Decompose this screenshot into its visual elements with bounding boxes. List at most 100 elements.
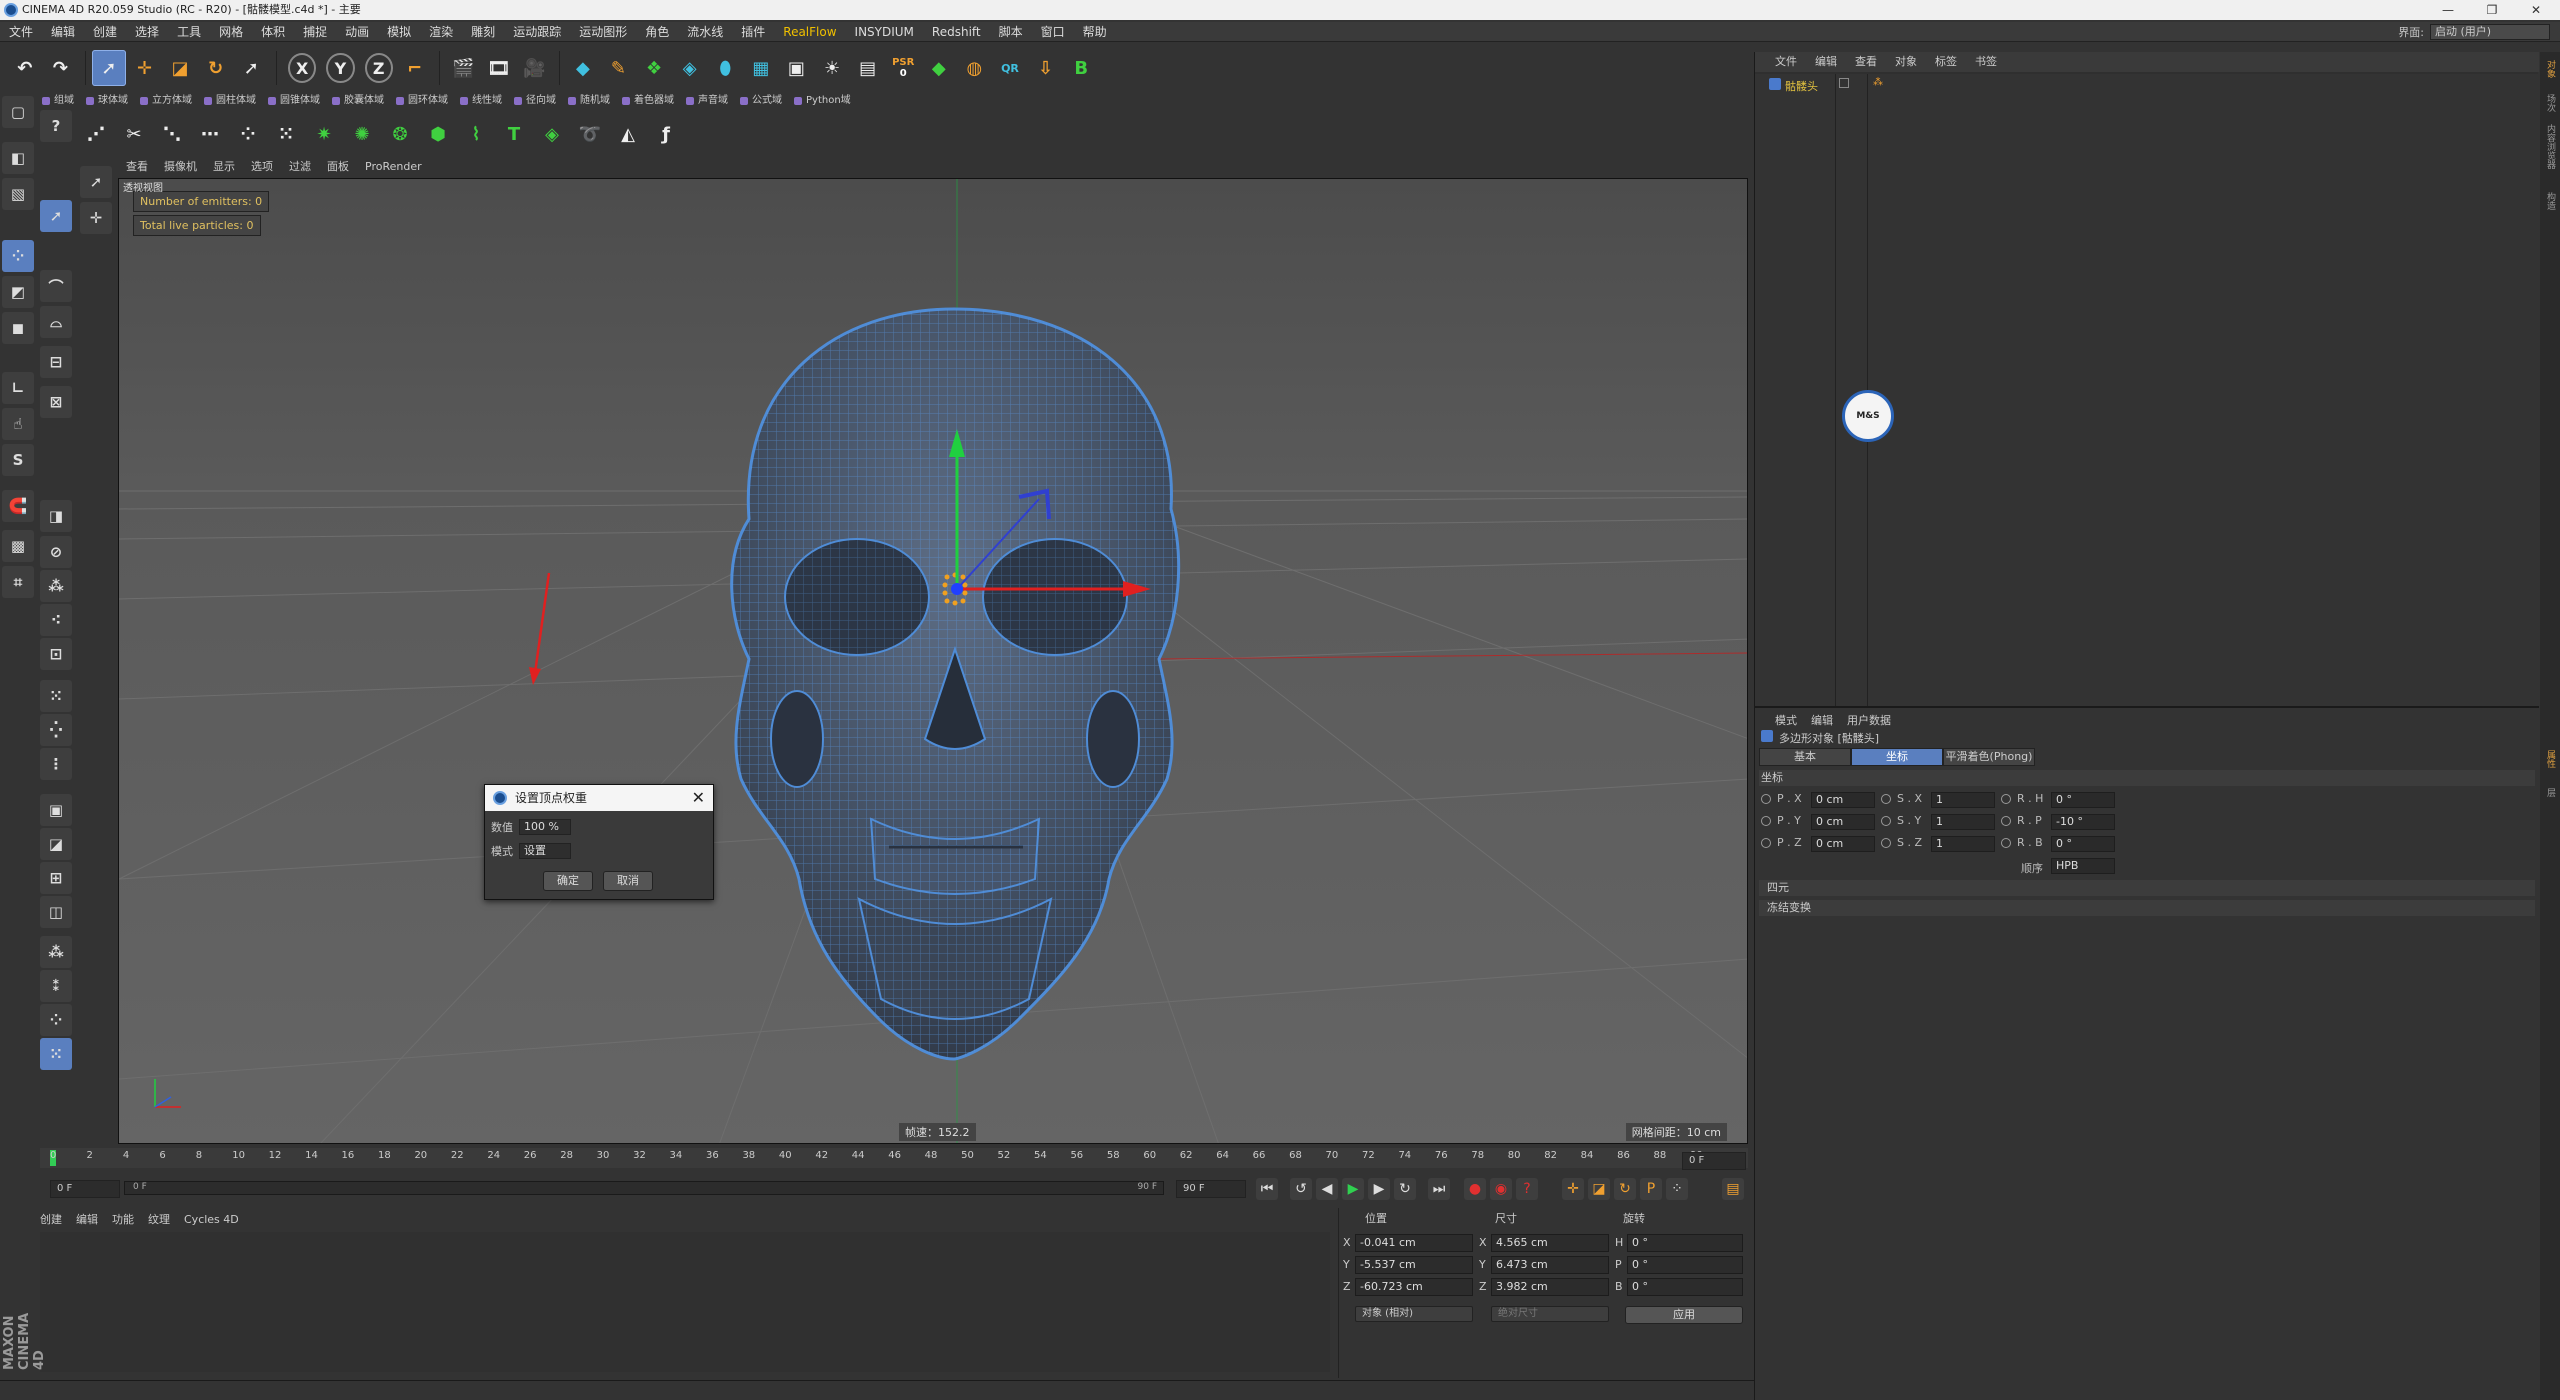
sy-keyframe-radio[interactable]	[1881, 816, 1891, 826]
viewport-selection-icon[interactable]: ➚	[80, 166, 112, 198]
array-icon[interactable]: ◈	[673, 50, 707, 86]
scale-icon[interactable]: ◪	[163, 50, 197, 86]
menu-volume[interactable]: 体积	[252, 22, 294, 42]
menu-help[interactable]: 帮助	[1074, 22, 1116, 42]
menu-character[interactable]: 角色	[636, 22, 678, 42]
close-window-button[interactable]: ✕	[2514, 0, 2558, 20]
sy-field[interactable]: 1	[1931, 814, 1995, 830]
pos-y-field[interactable]: -5.537 cm	[1355, 1256, 1473, 1274]
frame-range-bar[interactable]: 0 F 90 F	[124, 1181, 1164, 1195]
model-mode-icon[interactable]: ▢	[2, 96, 34, 128]
z-axis-lock-button[interactable]: Z	[364, 53, 393, 83]
keyframe-help-icon[interactable]: ?	[1516, 1178, 1538, 1200]
value-field[interactable]: 100 %	[519, 819, 571, 835]
split-tool-icon[interactable]: ⊞	[40, 862, 72, 894]
rp-field[interactable]: -10 °	[2051, 814, 2115, 830]
obj-menu-object[interactable]: 对象	[1895, 52, 1917, 72]
loop-tool-icon[interactable]: ⊟	[40, 346, 72, 378]
x-axis-lock-button[interactable]: X	[288, 53, 317, 83]
py-keyframe-radio[interactable]	[1761, 816, 1771, 826]
size-x-field[interactable]: 4.565 cm	[1491, 1234, 1609, 1252]
key-scale-icon[interactable]: ◪	[1588, 1178, 1610, 1200]
attr-menu-mode[interactable]: 模式	[1775, 712, 1797, 728]
live-selection-icon[interactable]: ➚	[92, 50, 126, 86]
object-mode-dropdown[interactable]: 对象 (相对)	[1355, 1306, 1473, 1322]
side-tab-objects[interactable]: 对象	[2543, 60, 2557, 78]
matrix-icon[interactable]: ✺	[344, 116, 380, 152]
move-icon[interactable]: ✛	[128, 50, 162, 86]
rp-keyframe-radio[interactable]	[2001, 816, 2011, 826]
menu-redshift[interactable]: Redshift	[923, 22, 990, 42]
grid-points-icon[interactable]: ⁙	[268, 116, 304, 152]
qr-icon[interactable]: QR	[993, 50, 1027, 86]
capsule-field-button[interactable]: 胶囊体域	[330, 92, 394, 110]
autokey-icon[interactable]: ◉	[1490, 1178, 1512, 1200]
normal-scale-icon[interactable]: ⁑	[40, 970, 72, 1002]
pz-field[interactable]: 0 cm	[1811, 836, 1875, 852]
axis-mode-icon[interactable]: ∟	[2, 372, 34, 404]
paint-layer-icon[interactable]: ▩	[2, 530, 34, 562]
normal-move-icon[interactable]: ⁂	[40, 936, 72, 968]
coordinate-system-icon[interactable]: ⌐	[398, 50, 432, 86]
rh-field[interactable]: 0 °	[2051, 792, 2115, 808]
rb-keyframe-radio[interactable]	[2001, 838, 2011, 848]
edges-mode-icon[interactable]: ◩	[2, 276, 34, 308]
psr-icon[interactable]: PSR 0	[886, 50, 920, 86]
viewport-menu-filter[interactable]: 过滤	[289, 158, 311, 176]
rb-field[interactable]: 0 °	[2051, 836, 2115, 852]
weight-tool-icon[interactable]: ⇩	[1029, 50, 1063, 86]
dissolve-tool-icon[interactable]: ◫	[40, 896, 72, 928]
side-tab-attributes[interactable]: 属性	[2543, 750, 2557, 768]
points-mode-icon[interactable]: ⁘	[2, 240, 34, 272]
menu-snap[interactable]: 捕捉	[294, 22, 336, 42]
effector-icon[interactable]: ◭	[610, 116, 646, 152]
viewport-menu-prorender[interactable]: ProRender	[365, 158, 422, 176]
restore-button[interactable]: ❐	[2470, 0, 2514, 20]
tab-basic[interactable]: 基本	[1759, 748, 1851, 766]
undo-icon[interactable]: ↶	[8, 50, 42, 86]
slide-tool-icon[interactable]: ⊠	[40, 386, 72, 418]
spline-tool-icon[interactable]: ⋰	[78, 116, 114, 152]
texture-mode-icon[interactable]: ◧	[2, 142, 34, 174]
menu-animate[interactable]: 动画	[336, 22, 378, 42]
end-frame-field[interactable]: 90 F	[1176, 1180, 1246, 1198]
start-frame-field[interactable]: 0 F	[50, 1180, 120, 1198]
points-grid-icon[interactable]: ⁙	[40, 1038, 72, 1070]
menu-mograph[interactable]: 运动图形	[570, 22, 636, 42]
next-frame-icon[interactable]: ▶	[1368, 1178, 1390, 1200]
plugin-diamond-icon[interactable]: ◆	[922, 50, 956, 86]
rot-b-field[interactable]: 0 °	[1627, 1278, 1743, 1296]
scatter-icon[interactable]: ⁘	[230, 116, 266, 152]
bevel-icon[interactable]: ⋱	[154, 116, 190, 152]
motext-icon[interactable]: T	[496, 116, 532, 152]
pos-z-field[interactable]: -60.723 cm	[1355, 1278, 1473, 1296]
menu-sculpt[interactable]: 雕刻	[462, 22, 504, 42]
python-field-button[interactable]: Python域	[792, 92, 861, 110]
key-pla-icon[interactable]: ⁘	[1666, 1178, 1688, 1200]
side-tab-content-browser[interactable]: 内容浏览器	[2543, 124, 2557, 169]
menu-mesh[interactable]: 网格	[210, 22, 252, 42]
subdivision-icon[interactable]: ❖	[637, 50, 671, 86]
fracture-icon[interactable]: ❂	[382, 116, 418, 152]
menu-file[interactable]: 文件	[0, 22, 42, 42]
viewport-menu-display[interactable]: 显示	[213, 158, 235, 176]
formula-field-button[interactable]: 公式域	[738, 92, 792, 110]
y-axis-lock-button[interactable]: Y	[326, 53, 355, 83]
voronoi-icon[interactable]: ⬢	[420, 116, 456, 152]
material-area[interactable]	[40, 1232, 1330, 1372]
next-key-icon[interactable]: ↻	[1394, 1178, 1416, 1200]
bridge-tool-icon[interactable]: ⁂	[40, 570, 72, 602]
menu-plugins[interactable]: 插件	[732, 22, 774, 42]
menu-render[interactable]: 渲染	[420, 22, 462, 42]
obj-menu-file[interactable]: 文件	[1775, 52, 1797, 72]
close-icon[interactable]: ✕	[692, 785, 705, 811]
visibility-toggle[interactable]	[1839, 78, 1849, 88]
material-menu-edit[interactable]: 编辑	[76, 1210, 98, 1230]
torus-field-button[interactable]: 圆环体域	[394, 92, 458, 110]
rh-keyframe-radio[interactable]	[2001, 794, 2011, 804]
size-mode-dropdown[interactable]: 绝对尺寸	[1491, 1306, 1609, 1322]
viewport-menu-camera[interactable]: 摄像机	[164, 158, 197, 176]
layout-dropdown[interactable]: 启动 (用户)	[2430, 24, 2550, 40]
viewport-menu-view[interactable]: 查看	[126, 158, 148, 176]
random-field-button[interactable]: 随机域	[566, 92, 620, 110]
